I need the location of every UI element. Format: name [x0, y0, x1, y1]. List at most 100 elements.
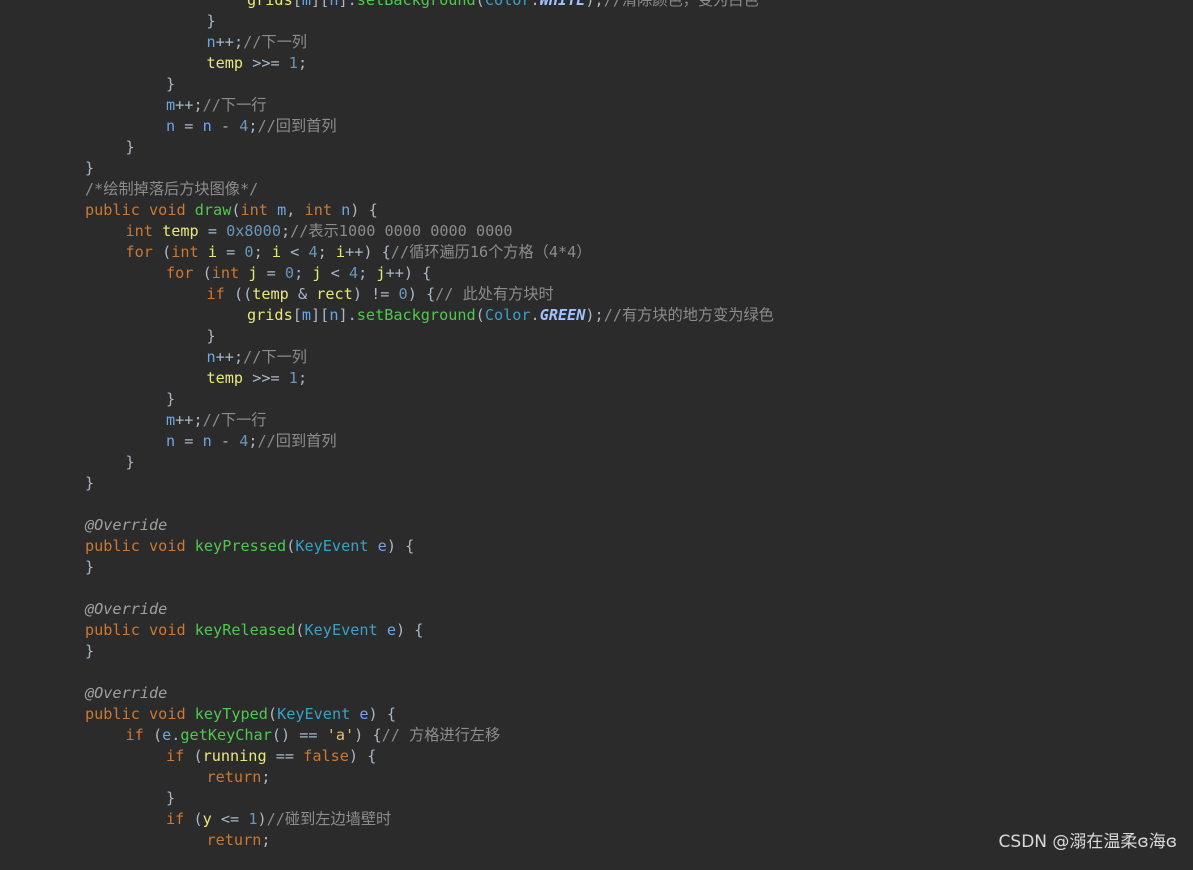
- code-token: int: [125, 222, 153, 240]
- code-token: j: [376, 264, 386, 282]
- code-token: e: [162, 726, 172, 744]
- code-token: int: [211, 264, 240, 282]
- code-line[interactable]: }: [166, 788, 175, 809]
- code-editor[interactable]: grids[m][n].setBackground(Color.WHITE);/…: [0, 0, 1193, 870]
- code-line[interactable]: }: [85, 473, 94, 494]
- code-token: keyReleased: [194, 621, 296, 639]
- code-token: =: [198, 222, 227, 240]
- code-token: 4: [348, 264, 359, 282]
- code-line[interactable]: @Override: [85, 515, 167, 536]
- code-token: //表示1000 0000 0000 0000: [290, 222, 513, 240]
- code-line[interactable]: }: [85, 557, 94, 578]
- code-token: setBackground: [356, 0, 476, 9]
- code-line[interactable]: }: [207, 326, 216, 347]
- code-token: public: [85, 705, 140, 723]
- code-token: =: [216, 243, 245, 261]
- code-line[interactable]: n = n - 4;//回到首列: [166, 431, 337, 452]
- code-token: KeyEvent: [277, 705, 351, 723]
- code-token: temp: [162, 222, 199, 240]
- code-token: <: [281, 243, 309, 261]
- code-token: (: [152, 243, 172, 261]
- code-token: ) {: [407, 285, 436, 303]
- code-line[interactable]: }: [126, 137, 135, 158]
- code-token: ][: [311, 306, 330, 324]
- code-token: keyPressed: [194, 537, 287, 555]
- code-line[interactable]: temp >>= 1;: [207, 53, 308, 74]
- code-token: WHITE: [539, 0, 586, 9]
- code-token: ++;: [175, 96, 203, 114]
- code-line[interactable]: n++;//下一列: [207, 32, 307, 53]
- code-line[interactable]: public void draw(int m, int n) {: [85, 200, 378, 221]
- code-token: void: [149, 537, 186, 555]
- code-line[interactable]: }: [166, 389, 175, 410]
- code-token: (: [184, 810, 203, 828]
- code-line[interactable]: for (int i = 0; i < 4; i++) {//循环遍历16个方格…: [126, 242, 592, 263]
- code-line[interactable]: for (int j = 0; j < 4; j++) {: [166, 263, 431, 284]
- code-line[interactable]: if ((temp & rect) != 0) {// 此处有方块时: [207, 284, 554, 305]
- code-token: i: [271, 243, 282, 261]
- code-token: (: [193, 264, 212, 282]
- code-line[interactable]: m++;//下一行: [166, 410, 266, 431]
- code-line[interactable]: n = n - 4;//回到首列: [166, 116, 337, 137]
- code-token: (: [475, 0, 485, 9]
- code-token: @Override: [85, 600, 168, 618]
- code-line[interactable]: public void keyPressed(KeyEvent e) {: [85, 536, 414, 557]
- code-token: ++;: [215, 348, 244, 366]
- code-line[interactable]: return;: [207, 767, 271, 788]
- code-token: ) {: [395, 621, 424, 639]
- code-token: 1: [288, 54, 298, 72]
- code-line[interactable]: public void keyReleased(KeyEvent e) {: [85, 620, 423, 641]
- code-line[interactable]: public void keyTyped(KeyEvent e) {: [85, 704, 396, 725]
- code-token: i: [207, 243, 217, 261]
- code-token: grids: [247, 306, 293, 324]
- code-line[interactable]: grids[m][n].setBackground(Color.WHITE);/…: [247, 0, 759, 11]
- code-line[interactable]: @Override: [85, 683, 167, 704]
- code-token: }: [206, 12, 216, 30]
- code-token: setBackground: [356, 306, 476, 324]
- code-token: temp: [206, 369, 244, 387]
- code-token: >>=: [243, 369, 289, 387]
- code-token: n: [202, 432, 212, 450]
- code-line[interactable]: if (y <= 1)//碰到左边墙壁时: [166, 809, 391, 830]
- code-line[interactable]: n++;//下一列: [207, 347, 307, 368]
- code-token: ) {: [350, 201, 378, 219]
- code-token: if: [166, 747, 185, 765]
- code-line[interactable]: }: [126, 452, 135, 473]
- code-line[interactable]: }: [166, 74, 175, 95]
- code-line[interactable]: }: [85, 158, 94, 179]
- code-token: n: [166, 117, 176, 135]
- code-token: (: [286, 537, 296, 555]
- code-token: KeyEvent: [304, 621, 378, 639]
- code-line[interactable]: }: [85, 641, 94, 662]
- code-token: ;: [317, 243, 336, 261]
- code-line[interactable]: return;: [207, 830, 271, 851]
- code-token: >>=: [243, 54, 289, 72]
- code-token: public: [85, 201, 140, 219]
- code-line[interactable]: m++;//下一行: [166, 95, 266, 116]
- code-token: 'a': [326, 726, 355, 744]
- code-line[interactable]: /*绘制掉落后方块图像*/: [85, 179, 258, 200]
- code-line[interactable]: if (running == false) {: [166, 746, 376, 767]
- code-line[interactable]: }: [207, 11, 216, 32]
- code-line[interactable]: if (e.getKeyChar() == 'a') {// 方格进行左移: [126, 725, 501, 746]
- code-line[interactable]: @Override: [85, 599, 167, 620]
- code-token: KeyEvent: [295, 537, 369, 555]
- code-token: @Override: [85, 516, 168, 534]
- code-token: (: [184, 747, 203, 765]
- code-line[interactable]: temp >>= 1;: [207, 368, 308, 389]
- code-token: ;: [297, 54, 308, 72]
- code-token: ;: [261, 831, 271, 849]
- code-token: grids: [247, 0, 293, 9]
- code-token: n: [206, 33, 216, 51]
- code-token: public: [85, 537, 140, 555]
- code-token: //下一行: [202, 96, 267, 114]
- code-token: // 此处有方块时: [435, 285, 554, 303]
- code-token: );: [585, 0, 604, 9]
- code-line[interactable]: int temp = 0x8000;//表示1000 0000 0000 000…: [126, 221, 513, 242]
- code-line[interactable]: grids[m][n].setBackground(Color.GREEN);/…: [247, 305, 774, 326]
- code-token: -: [211, 432, 240, 450]
- code-token: ) {: [348, 747, 377, 765]
